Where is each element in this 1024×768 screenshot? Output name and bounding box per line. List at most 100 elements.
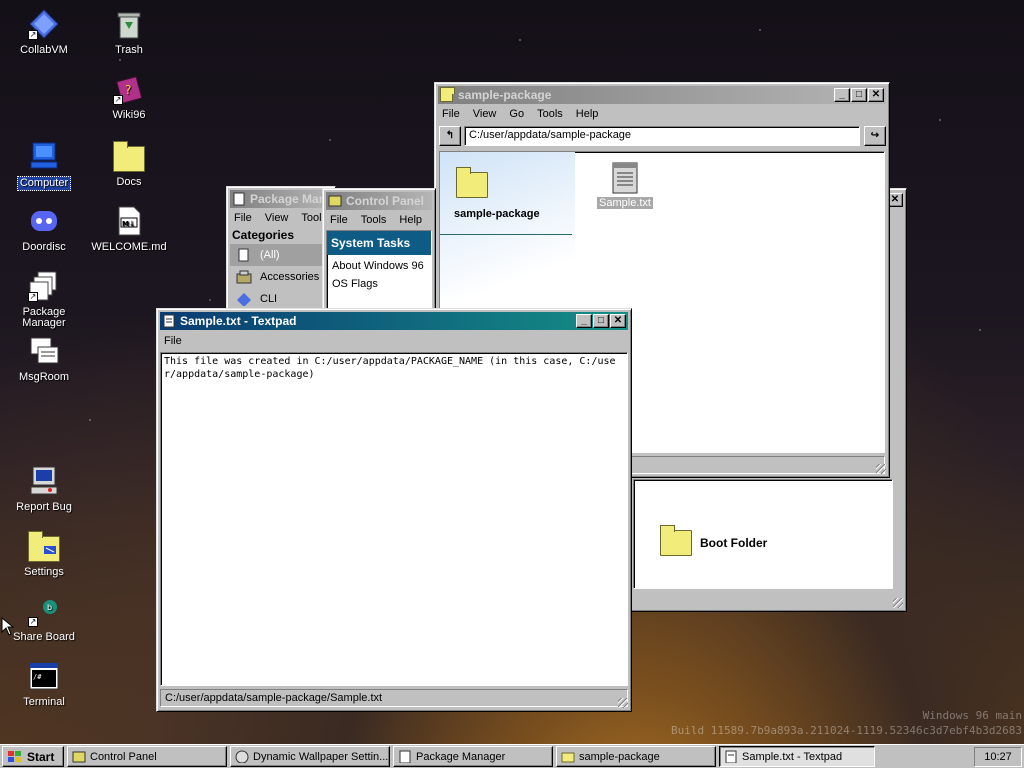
collabvm-icon: ↗ xyxy=(28,8,60,40)
trash-icon xyxy=(113,8,145,40)
computer-icon xyxy=(28,140,60,172)
desktop-icon-settings[interactable]: Settings xyxy=(4,530,84,579)
bg-content: Boot Folder xyxy=(633,479,893,589)
folder-icon xyxy=(561,752,575,763)
maximize-button[interactable]: □ xyxy=(593,314,609,328)
package-icon xyxy=(232,192,246,206)
desktop-icon-terminal[interactable]: /# Terminal xyxy=(4,660,84,709)
menu-file[interactable]: File xyxy=(442,108,460,120)
windows-logo-icon xyxy=(8,750,21,762)
mouse-cursor-icon xyxy=(1,617,15,636)
build-watermark-line2: Build 11589.7b9a893a.211024-1119.52346c3… xyxy=(671,724,1022,737)
folder-icon xyxy=(660,525,692,556)
taskbar-clock[interactable]: 10:27 xyxy=(974,747,1022,767)
address-bar: ↰ C:/user/appdata/sample-package ↪ xyxy=(438,124,886,148)
svg-text:?: ? xyxy=(125,83,131,97)
close-button[interactable]: ✕ xyxy=(610,314,626,328)
desktop-icon-docs[interactable]: Docs xyxy=(89,140,169,189)
svg-text:/#: /# xyxy=(33,673,42,681)
system-tasks-header: System Tasks xyxy=(327,231,431,255)
folder-icon xyxy=(440,87,455,102)
menu-file[interactable]: File xyxy=(234,212,252,224)
control-panel-menubar: File Tools Help xyxy=(326,210,432,230)
taskbar-package-manager[interactable]: Package Manager xyxy=(393,746,553,767)
msgroom-icon xyxy=(28,335,60,367)
desktop-icon-report-bug[interactable]: Report Bug xyxy=(4,465,84,514)
taskbar: Start Control Panel Dynamic Wallpaper Se… xyxy=(0,744,1024,768)
menu-view[interactable]: View xyxy=(265,212,289,224)
desktop-icon-collabvm[interactable]: ↗ CollabVM xyxy=(4,8,84,57)
menu-view[interactable]: View xyxy=(473,108,497,120)
taskbar-dynamic-wallpaper[interactable]: Dynamic Wallpaper Settin... xyxy=(230,746,390,767)
svg-text:b: b xyxy=(47,603,52,612)
textpad-resize-grip[interactable] xyxy=(618,698,628,708)
document-icon xyxy=(238,248,249,262)
control-panel-content: System Tasks About Windows 96 OS Flags xyxy=(326,230,432,310)
category-cli[interactable]: CLI xyxy=(230,288,332,310)
taskbar-control-panel[interactable]: Control Panel xyxy=(67,746,227,767)
svg-text:M↓: M↓ xyxy=(122,220,135,228)
address-input[interactable]: C:/user/appdata/sample-package xyxy=(464,126,860,146)
menu-tools[interactable]: Tools xyxy=(537,108,563,120)
desktop-icon-wiki96[interactable]: ? ↗ Wiki96 xyxy=(89,73,169,122)
menu-go[interactable]: Go xyxy=(509,108,524,120)
doordisc-icon xyxy=(28,205,60,237)
wallpaper-settings-icon xyxy=(235,750,249,763)
desktop-icon-package-manager[interactable]: ↗ Package Manager xyxy=(4,270,84,330)
textpad-menubar: File xyxy=(160,330,628,352)
category-accessories[interactable]: Accessories xyxy=(230,266,332,288)
textpad-titlebar[interactable]: Sample.txt - Textpad _ □ ✕ xyxy=(160,312,628,330)
minimize-button[interactable]: _ xyxy=(576,314,592,328)
maximize-button[interactable]: □ xyxy=(851,88,867,102)
bg-resize-grip[interactable] xyxy=(893,598,903,608)
desktop-icon-welcome-md[interactable]: M↓ WELCOME.md xyxy=(89,205,169,254)
category-all[interactable]: (All) xyxy=(230,244,332,266)
explorer-resize-grip[interactable] xyxy=(876,464,886,474)
menu-tools[interactable]: Tools xyxy=(361,214,387,226)
task-os-flags[interactable]: OS Flags xyxy=(327,274,431,294)
go-arrow-icon[interactable]: ↪ xyxy=(864,126,886,146)
control-panel-icon xyxy=(328,194,342,208)
up-arrow-icon[interactable]: ↰ xyxy=(439,126,461,146)
control-panel-titlebar[interactable]: Control Panel xyxy=(326,192,432,210)
menu-file[interactable]: File xyxy=(164,335,182,347)
file-item-sample-txt[interactable]: Sample.txt xyxy=(595,162,655,209)
wiki-book-icon: ? ↗ xyxy=(113,73,145,105)
folder-icon xyxy=(113,140,145,172)
notepad-icon xyxy=(725,750,737,763)
taskbar-textpad[interactable]: Sample.txt - Textpad xyxy=(719,746,875,767)
markdown-file-icon: M↓ xyxy=(113,205,145,237)
folder-icon xyxy=(456,167,488,198)
desktop-icon-share-board[interactable]: b ↗ Share Board xyxy=(4,595,84,644)
explorer-titlebar[interactable]: sample-package _ □ ✕ xyxy=(438,86,886,104)
task-about-windows[interactable]: About Windows 96 xyxy=(327,255,431,274)
share-board-icon: b ↗ xyxy=(28,595,60,627)
boot-folder-item[interactable]: Boot Folder xyxy=(660,525,767,556)
start-button[interactable]: Start xyxy=(2,746,64,767)
desktop-icon-computer[interactable]: Computer xyxy=(4,140,84,191)
desktop-icon-trash[interactable]: Trash xyxy=(89,8,169,57)
close-button[interactable]: ✕ xyxy=(868,88,884,102)
package-icon xyxy=(399,750,411,763)
terminal-icon: /# xyxy=(28,660,60,692)
notepad-icon xyxy=(162,314,176,328)
textpad-window[interactable]: Sample.txt - Textpad _ □ ✕ File This fil… xyxy=(156,308,632,712)
menu-help[interactable]: Help xyxy=(399,214,422,226)
package-manager-window[interactable]: Package Manager File View Tools Categori… xyxy=(226,186,336,316)
taskbar-sample-package[interactable]: sample-package xyxy=(556,746,716,767)
cli-icon xyxy=(237,293,251,306)
minimize-button[interactable]: _ xyxy=(834,88,850,102)
settings-folder-icon xyxy=(28,530,60,562)
categories-heading: Categories xyxy=(232,228,295,242)
package-manager-menubar: File View Tools xyxy=(230,208,332,228)
desktop-icon-msgroom[interactable]: MsgRoom xyxy=(4,335,84,384)
menu-help[interactable]: Help xyxy=(576,108,599,120)
text-editor[interactable]: This file was created in C:/user/appdata… xyxy=(160,352,628,686)
sidebar-divider xyxy=(440,234,572,235)
desktop-icon-doordisc[interactable]: Doordisc xyxy=(4,205,84,254)
package-manager-titlebar[interactable]: Package Manager xyxy=(230,190,332,208)
explorer-menubar: File View Go Tools Help xyxy=(438,104,886,124)
control-panel-window[interactable]: Control Panel File Tools Help System Tas… xyxy=(322,188,436,316)
menu-file[interactable]: File xyxy=(330,214,348,226)
control-panel-icon xyxy=(72,751,86,763)
